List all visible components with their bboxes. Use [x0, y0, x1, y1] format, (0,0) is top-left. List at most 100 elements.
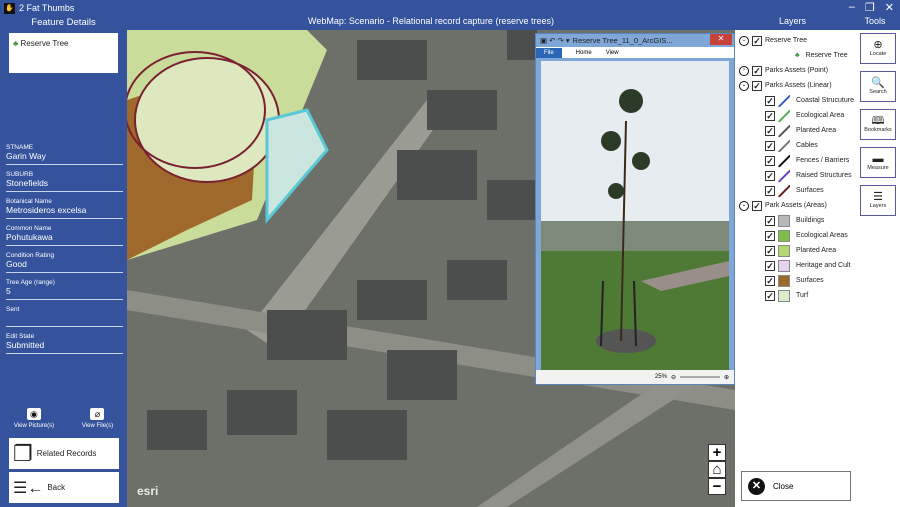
layer-checkbox[interactable]: ✓: [765, 260, 775, 271]
tools-heading: Tools: [864, 16, 886, 26]
layer-group[interactable]: ⌄ ✓ Reserve Tree: [739, 33, 857, 48]
tab-file[interactable]: File: [536, 47, 562, 58]
view-files-label: View File(s): [81, 423, 114, 429]
map-title: WebMap: Scenario - Relational record cap…: [308, 16, 554, 26]
maximize-button[interactable]: ❐: [865, 1, 875, 14]
field-row: Tree Age (range) 5: [6, 279, 123, 300]
layer-item[interactable]: ✓ Raised Structures: [739, 168, 857, 183]
layer-checkbox[interactable]: ✓: [752, 200, 762, 211]
zoom-in-icon[interactable]: ⊕: [724, 374, 729, 381]
layer-checkbox[interactable]: ✓: [765, 185, 775, 196]
layer-checkbox[interactable]: ✓: [752, 35, 762, 46]
feature-item[interactable]: Reserve Tree: [20, 39, 68, 48]
layer-item[interactable]: ✓ Surfaces: [739, 273, 857, 288]
layer-checkbox[interactable]: ✓: [752, 65, 762, 76]
measure-icon: ▬: [872, 153, 884, 165]
view-pictures-button[interactable]: ◉ View Picture(s): [14, 408, 54, 429]
layer-item-label: Planted Area: [796, 247, 837, 254]
layer-item[interactable]: ✓ Cables: [739, 138, 857, 153]
related-records-button[interactable]: ❐ Related Records: [9, 438, 119, 469]
viewer-close-button[interactable]: ✕: [710, 34, 732, 45]
layer-checkbox[interactable]: ✓: [765, 275, 775, 286]
layer-item[interactable]: ✓ Fences / Barriers: [739, 153, 857, 168]
fill-swatch-icon: [778, 289, 790, 302]
close-button[interactable]: ✕ Close: [741, 471, 851, 501]
layer-item-label: Planted Area: [796, 127, 837, 134]
field-label: Common Name: [6, 225, 52, 232]
tool-measure-button[interactable]: ▬ Measure: [860, 147, 896, 178]
layer-checkbox[interactable]: ✓: [765, 110, 775, 121]
app-title: 2 Fat Thumbs: [19, 3, 75, 13]
layer-item[interactable]: ✓ Planted Area: [739, 123, 857, 138]
field-label: STNAME: [6, 144, 34, 151]
layer-list: ⌄ ✓ Reserve Tree ♣ Reserve Tree › ✓ Parks Asset…: [739, 33, 857, 303]
layer-checkbox[interactable]: ✓: [752, 80, 762, 91]
layer-checkbox[interactable]: ✓: [765, 140, 775, 151]
viewer-title: Reserve Tree_11_0_ArcGIS...: [572, 36, 673, 45]
layer-checkbox[interactable]: ✓: [765, 245, 775, 256]
layer-item-label: Surfaces: [796, 277, 824, 284]
zoom-out-icon[interactable]: ⊖: [671, 374, 676, 381]
layer-item[interactable]: ✓ Turf: [739, 288, 857, 303]
layer-item[interactable]: ♣ Reserve Tree: [739, 48, 857, 63]
field-label: Botanical Name: [6, 198, 52, 205]
zoom-out-button[interactable]: −: [708, 478, 726, 495]
field-row: Sent: [6, 306, 123, 327]
expand-down-icon[interactable]: ⌄: [739, 200, 749, 211]
layer-checkbox[interactable]: ✓: [765, 125, 775, 136]
layer-item[interactable]: ✓ Ecological Areas: [739, 228, 857, 243]
expand-down-icon[interactable]: ⌄: [739, 35, 749, 46]
field-value: Pohutukawa: [6, 232, 53, 242]
minimize-button[interactable]: –: [849, 1, 855, 14]
layer-item[interactable]: ✓ Surfaces: [739, 183, 857, 198]
close-label: Close: [773, 481, 794, 491]
field-value: Good: [6, 259, 27, 269]
tool-label: Bookmarks: [864, 127, 892, 133]
expand-right-icon[interactable]: ›: [739, 65, 749, 76]
layer-item-label: Fences / Barriers: [796, 157, 850, 164]
tool-locate-button[interactable]: ⊕ Locate: [860, 33, 896, 64]
field-row: SUBURB Stonefields: [6, 171, 123, 192]
fill-swatch-icon: [778, 214, 790, 227]
layer-checkbox[interactable]: ✓: [765, 95, 775, 106]
paperclip-icon: ⌀: [90, 408, 105, 420]
zoom-in-button[interactable]: +: [708, 444, 726, 461]
layer-group[interactable]: › ✓ Parks Assets (Point): [739, 63, 857, 78]
back-button[interactable]: ☰← Back: [9, 472, 119, 503]
tab-view[interactable]: View: [606, 50, 619, 56]
field-label: Sent: [6, 306, 20, 313]
layer-item[interactable]: ✓ Coastal Strucuture: [739, 93, 857, 108]
layer-item[interactable]: ✓ Ecological Area: [739, 108, 857, 123]
layer-item[interactable]: ✓ Planted Area: [739, 243, 857, 258]
expand-down-icon[interactable]: ⌄: [739, 80, 749, 91]
layer-group[interactable]: ⌄ ✓ Parks Assets (Linear): [739, 78, 857, 93]
zoom-slider[interactable]: [679, 376, 720, 378]
tool-label: Measure: [867, 165, 889, 171]
layer-item-label: Coastal Strucuture: [796, 97, 854, 104]
layer-checkbox[interactable]: ✓: [765, 215, 775, 226]
feature-list[interactable]: ♣ Reserve Tree: [9, 33, 118, 73]
layer-checkbox[interactable]: ✓: [765, 155, 775, 166]
tool-search-button[interactable]: 🔍 Search: [860, 71, 896, 102]
tool-bookmarks-button[interactable]: 🕮 Bookmarks: [860, 109, 896, 140]
layer-item-label: Raised Structures: [796, 172, 852, 179]
layer-item-label: Surfaces: [796, 187, 824, 194]
field-label: SUBURB: [6, 171, 34, 178]
layer-item[interactable]: ✓ Buildings: [739, 213, 857, 228]
layer-checkbox[interactable]: ✓: [765, 290, 775, 301]
photo-viewer-window: ▣ ↶ ↷ ▾ Reserve Tree_11_0_ArcGIS... ✕ Fi…: [535, 33, 735, 385]
field-row: Condition Rating Good: [6, 252, 123, 273]
view-files-button[interactable]: ⌀ View File(s): [82, 408, 113, 429]
tree-photo: [541, 61, 729, 370]
layer-item[interactable]: ✓ Heritage and Cult: [739, 258, 857, 273]
layer-group-label: Parks Assets (Linear): [765, 82, 832, 89]
close-icon: ✕: [748, 477, 765, 495]
view-pictures-label: View Picture(s): [13, 423, 55, 429]
layer-checkbox[interactable]: ✓: [765, 170, 775, 181]
layer-group[interactable]: ⌄ ✓ Park Assets (Areas): [739, 198, 857, 213]
home-button[interactable]: ⌂: [708, 461, 726, 478]
layer-checkbox[interactable]: ✓: [765, 230, 775, 241]
tab-home[interactable]: Home: [576, 50, 592, 56]
close-window-button[interactable]: ✕: [885, 1, 894, 14]
tool-layers-button[interactable]: ☰ Layers: [860, 185, 896, 216]
